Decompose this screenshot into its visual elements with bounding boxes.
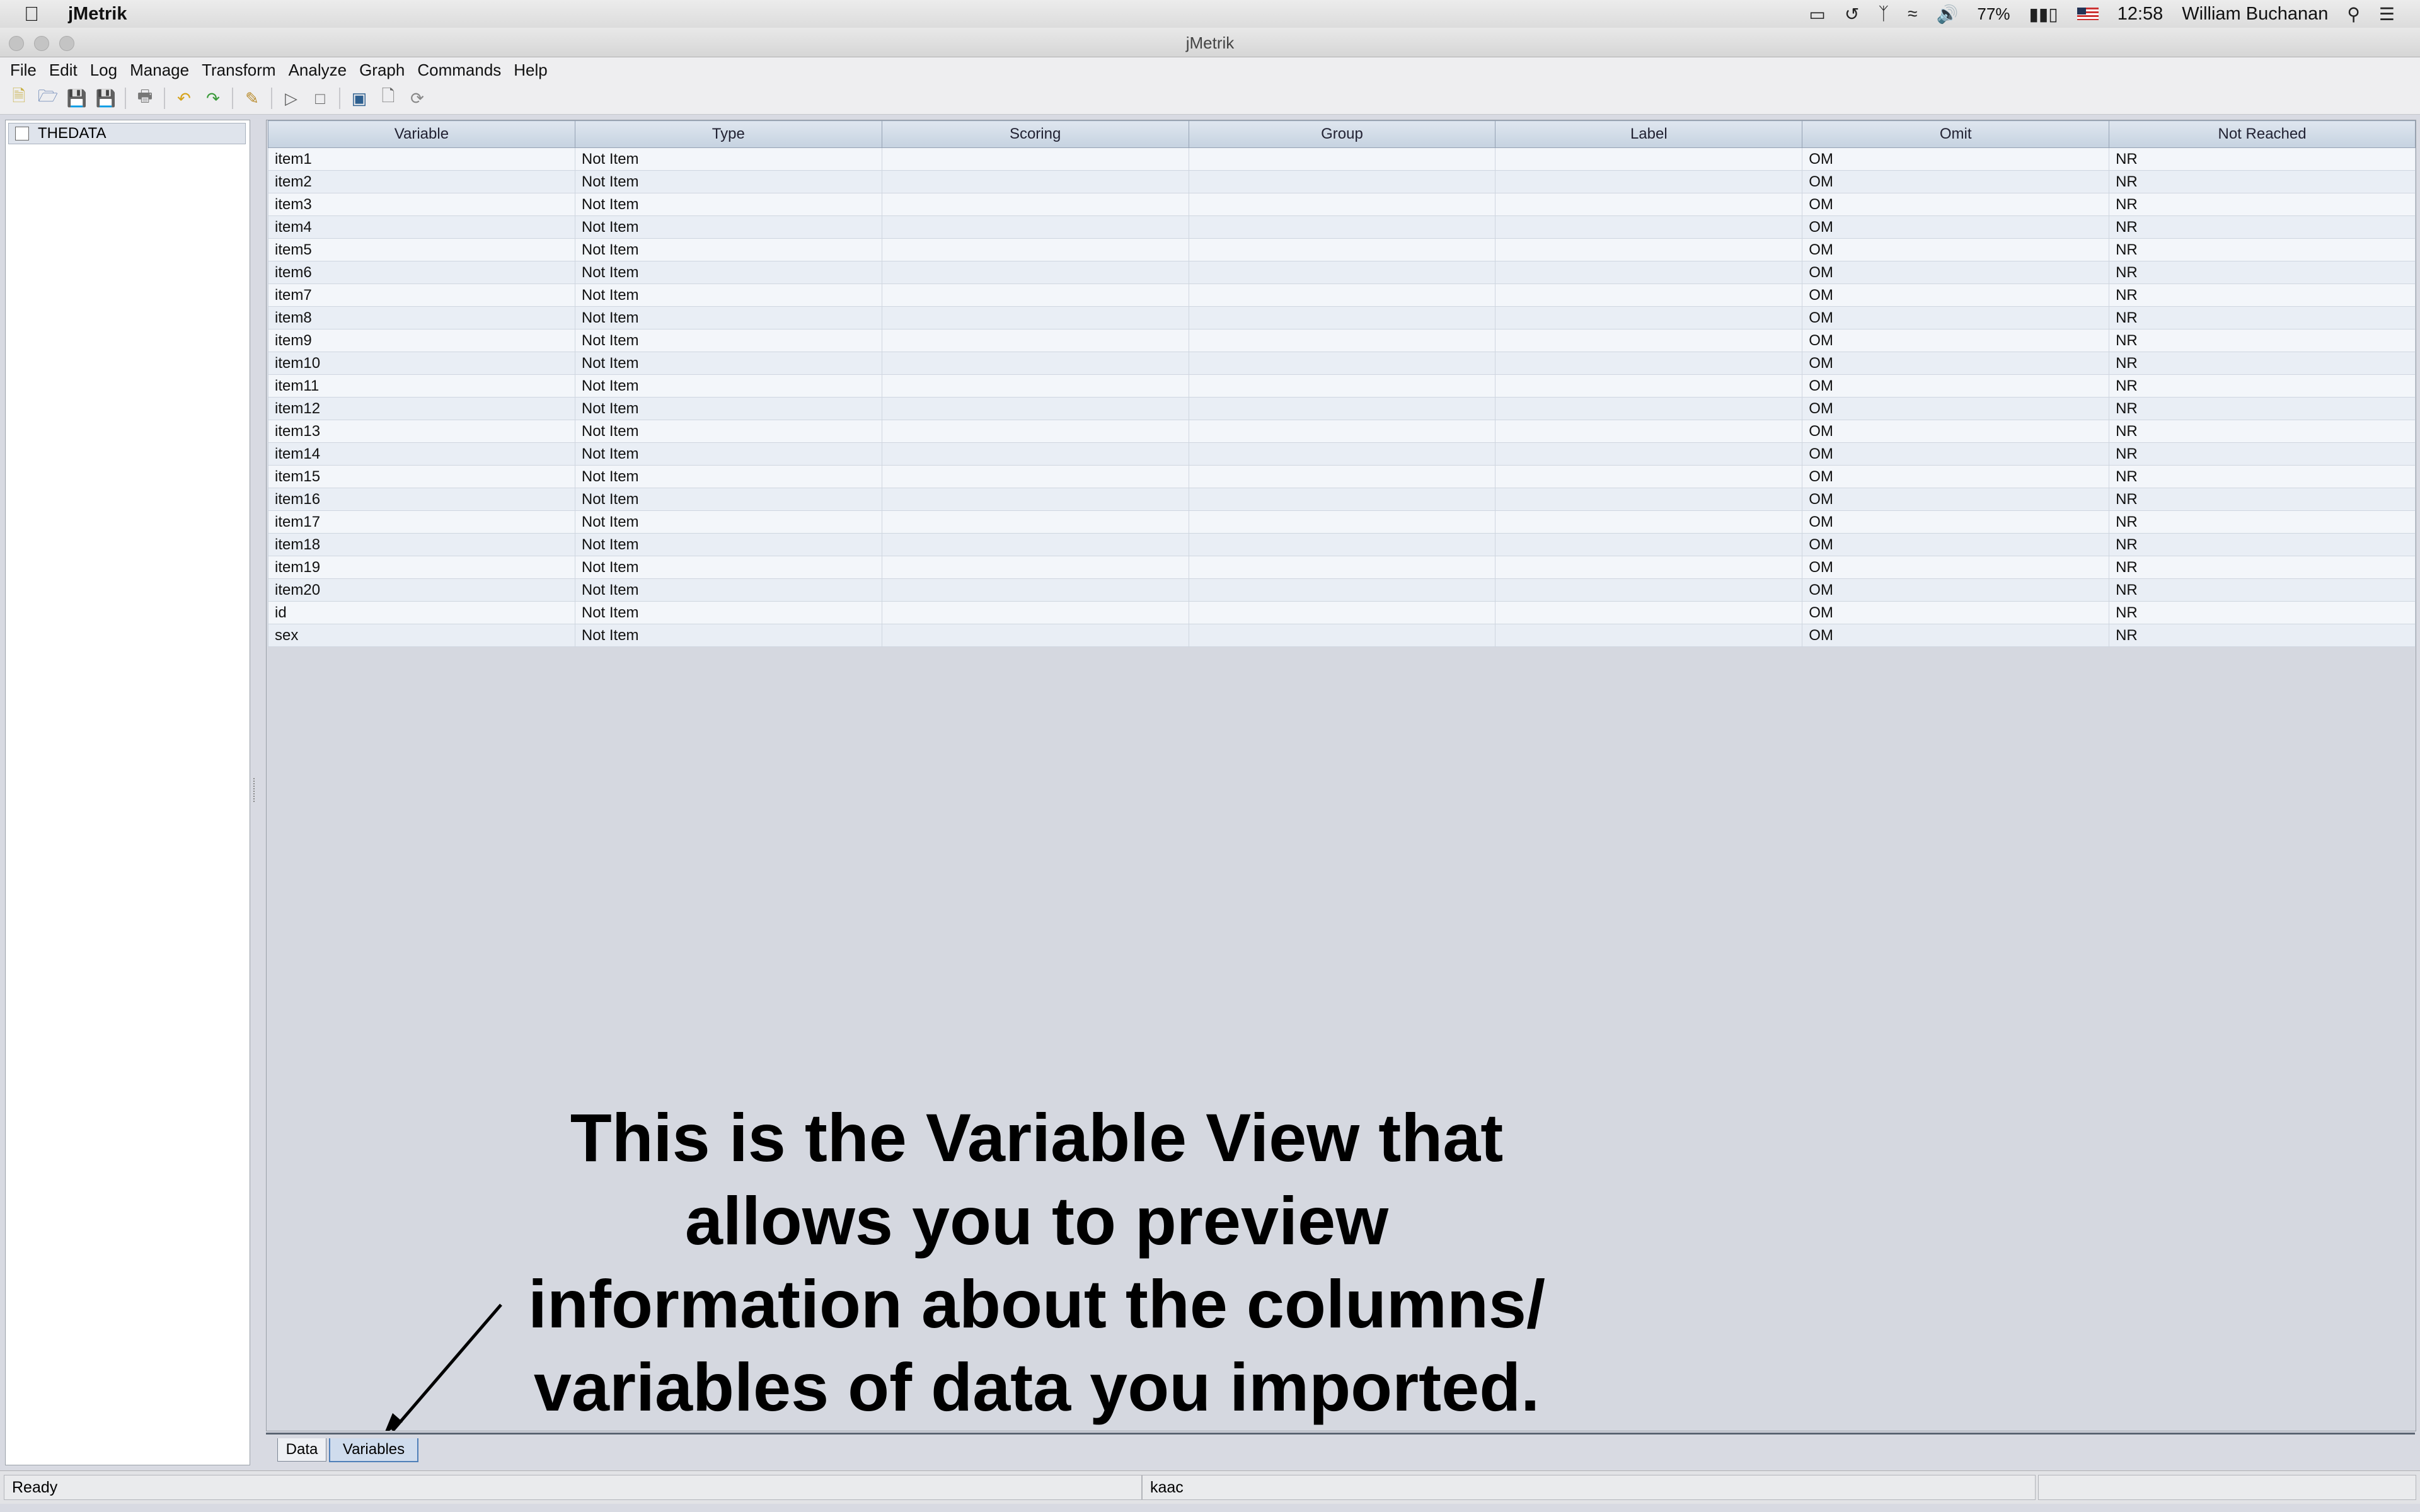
- volume-icon[interactable]: 🔊: [1937, 4, 1959, 25]
- annotation-line: allows you to preview: [684, 1183, 1389, 1259]
- tree-node-label: THEDATA: [38, 125, 107, 142]
- airplay-icon[interactable]: ▭: [1809, 4, 1825, 25]
- toolbar-separator: [232, 88, 233, 109]
- document-icon[interactable]: 🗋: [378, 86, 398, 108]
- window-title-bar: jMetrik: [0, 28, 2420, 57]
- menu-edit[interactable]: Edit: [49, 60, 78, 80]
- menu-help[interactable]: Help: [514, 60, 547, 80]
- wifi-icon[interactable]: ≈: [1908, 4, 1917, 24]
- spotlight-search-icon[interactable]: ⚲: [2347, 4, 2360, 25]
- status-icons: ▭ ↺ ᛉ ≈ 🔊 77% ▮▮▯ 12:58 William Buchanan…: [1809, 4, 2395, 25]
- table-list-panel: THEDATA: [5, 120, 250, 1465]
- print-icon[interactable]: 🖶: [135, 86, 155, 108]
- annotation-callout: This is the Variable View that allows yo…: [485, 1096, 1588, 1429]
- import-icon[interactable]: ▣: [349, 88, 369, 108]
- user-name[interactable]: William Buchanan: [2182, 4, 2328, 25]
- application-menu: File Edit Log Manage Transform Analyze G…: [0, 57, 2420, 83]
- status-message: Ready: [4, 1475, 1142, 1500]
- system-menu-bar:  jMetrik ▭ ↺ ᛉ ≈ 🔊 77% ▮▮▯ 12:58 Willia…: [0, 0, 2420, 28]
- toolbar-separator: [164, 88, 165, 109]
- status-bar: Ready kaac: [0, 1470, 2420, 1504]
- new-file-icon[interactable]: 🗎: [9, 86, 29, 108]
- toolbar-separator: [271, 88, 272, 109]
- toolbar: 🗎 🗁 💾 💾 🖶 ↶ ↷ ✎ ▷ □ ▣ 🗋 ⟳: [0, 83, 2420, 115]
- battery-icon[interactable]: ▮▮▯: [2029, 4, 2058, 25]
- menu-analyze[interactable]: Analyze: [289, 60, 347, 80]
- menu-log[interactable]: Log: [90, 60, 117, 80]
- annotation-line: This is the Variable View that: [570, 1099, 1504, 1176]
- menu-commands[interactable]: Commands: [417, 60, 501, 80]
- open-folder-icon[interactable]: 🗁: [38, 86, 58, 108]
- app-name-menu[interactable]: jMetrik: [68, 4, 127, 25]
- notification-center-icon[interactable]: ☰: [2379, 4, 2395, 25]
- view-tabs: Data Variables: [266, 1433, 2415, 1462]
- time-machine-icon[interactable]: ↺: [1845, 4, 1859, 25]
- toolbar-separator: [125, 88, 126, 109]
- stop-icon[interactable]: □: [310, 88, 330, 108]
- edit-notes-icon[interactable]: ✎: [242, 88, 262, 108]
- apple-icon[interactable]: : [24, 3, 49, 26]
- save-icon[interactable]: 💾: [67, 88, 87, 108]
- refresh-icon[interactable]: ⟳: [407, 88, 427, 108]
- table-icon: [15, 127, 29, 140]
- save-all-icon[interactable]: 💾: [96, 88, 116, 108]
- menu-transform[interactable]: Transform: [202, 60, 276, 80]
- status-table-name: kaac: [1142, 1475, 2036, 1500]
- annotation-line: information about the columns/: [528, 1266, 1545, 1342]
- tab-data[interactable]: Data: [277, 1438, 326, 1462]
- redo-icon[interactable]: ↷: [203, 88, 223, 108]
- battery-percent[interactable]: 77%: [1977, 4, 2010, 24]
- window-title: jMetrik: [1185, 33, 1235, 52]
- status-extra: [2038, 1475, 2416, 1500]
- us-flag-icon[interactable]: [2077, 8, 2099, 20]
- clock[interactable]: 12:58: [2118, 4, 2164, 25]
- menu-graph[interactable]: Graph: [359, 60, 405, 80]
- run-icon[interactable]: ▷: [281, 88, 301, 108]
- annotation-line: variables of data you imported.: [533, 1349, 1540, 1425]
- bluetooth-icon[interactable]: ᛉ: [1878, 4, 1889, 24]
- undo-icon[interactable]: ↶: [174, 88, 194, 108]
- toolbar-separator: [339, 88, 340, 109]
- menu-file[interactable]: File: [10, 60, 37, 80]
- tree-node-thedata[interactable]: THEDATA: [8, 123, 246, 144]
- menu-manage[interactable]: Manage: [130, 60, 189, 80]
- tab-variables[interactable]: Variables: [329, 1438, 418, 1462]
- split-pane-divider[interactable]: [253, 778, 260, 802]
